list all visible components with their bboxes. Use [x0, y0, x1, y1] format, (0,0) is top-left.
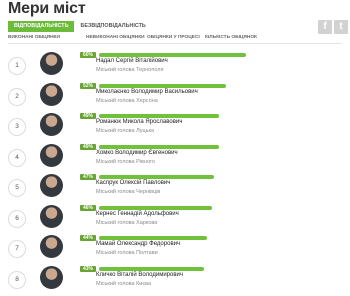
rank-number: 1	[8, 57, 26, 75]
mayor-role: Міський голова Чернівців	[96, 189, 161, 195]
rank-number: 2	[8, 87, 26, 106]
mayor-name[interactable]: Кличко Віталій Володимирович	[96, 272, 183, 278]
tab-unfulfilled-promises[interactable]: Невиконані обіцянки	[86, 34, 147, 43]
avatar[interactable]	[40, 52, 63, 75]
mayor-name[interactable]: Мамай Олександр Федорович	[96, 241, 180, 247]
rank-number: 5	[8, 179, 26, 197]
mayor-role: Міський голова Тернополя	[96, 67, 164, 73]
tab-responsibility[interactable]: Відповідальність	[8, 21, 75, 32]
list-item[interactable]: 8 43% Кличко Віталій Володимирович Міський …	[0, 265, 350, 296]
list-item[interactable]: 2 52% Миколаєнко Володимир Васильович Міськ…	[0, 82, 350, 113]
score-bar	[99, 114, 219, 118]
avatar[interactable]	[40, 235, 63, 258]
avatar[interactable]	[40, 265, 63, 289]
mayor-name[interactable]: Миколаєнко Володимир Васильович	[96, 89, 198, 95]
list-item[interactable]: 1 60% Надал Сергій Віталійович Міський голо…	[0, 52, 350, 82]
score-bar	[99, 53, 246, 57]
avatar[interactable]	[40, 204, 63, 228]
rank-number: 7	[8, 240, 26, 258]
score-badge: 60%	[80, 52, 97, 58]
filter-tabs: Виконані обіцянки Невиконані обіцянки Об…	[8, 34, 342, 44]
category-tabs: Відповідальність Безвідповідальність	[8, 21, 152, 32]
score-badge: 52%	[80, 82, 97, 89]
score-badge: 46%	[80, 204, 97, 211]
score-badge: 44%	[80, 235, 97, 241]
list-item[interactable]: 3 49% Романюк Микола Ярославович Міський го…	[0, 113, 350, 143]
page-title: Мери міст	[8, 0, 86, 17]
list-item[interactable]: 6 46% Кернес Геннадій Адольфович Міський го…	[0, 204, 350, 235]
facebook-share-icon[interactable]: f	[318, 20, 332, 34]
mayor-name[interactable]: Хомко Володимир Євгенович	[96, 150, 178, 156]
avatar[interactable]	[40, 113, 63, 136]
score-badge: 49%	[80, 113, 97, 119]
score-bar	[99, 175, 214, 179]
score-bar	[99, 236, 207, 240]
mayor-name[interactable]: Романюк Микола Ярославович	[96, 119, 182, 125]
mayor-role: Міський голова Луцька	[96, 128, 155, 134]
score-bar	[99, 83, 226, 88]
mayor-role: Міський голова Києва	[96, 280, 152, 287]
score-bar	[99, 205, 212, 210]
avatar[interactable]	[40, 174, 63, 197]
rank-number: 6	[8, 209, 26, 228]
rank-number: 8	[8, 270, 26, 289]
score-bar	[99, 144, 219, 149]
score-badge: 47%	[80, 174, 97, 180]
rank-number: 4	[8, 148, 26, 167]
mayor-name[interactable]: Надал Сергій Віталійович	[96, 58, 168, 64]
list-item[interactable]: 7 44% Мамай Олександр Федорович Міський гол…	[0, 235, 350, 265]
mayor-name[interactable]: Каспрук Олексій Павлович	[96, 180, 170, 186]
score-badge: 43%	[80, 265, 97, 272]
twitter-share-icon[interactable]: t	[334, 20, 348, 34]
tab-irresponsibility[interactable]: Безвідповідальність	[74, 21, 151, 32]
score-badge: 49%	[80, 143, 97, 150]
mayor-role: Міський голова Полтави	[96, 250, 158, 256]
mayor-role: Міський голова Харкова	[96, 219, 158, 226]
score-bar	[99, 266, 204, 271]
mayor-role: Міський голова Рівного	[96, 158, 155, 165]
tab-promise-count[interactable]: Кількість обіцянок	[205, 34, 257, 43]
avatar[interactable]	[40, 82, 63, 106]
avatar[interactable]	[40, 143, 63, 167]
tab-promises-in-progress[interactable]: Обіцянки у процесі	[147, 34, 205, 43]
list-item[interactable]: 4 49% Хомко Володимир Євгенович Міський гол…	[0, 143, 350, 174]
rank-number: 3	[8, 118, 26, 136]
list-item[interactable]: 5 47% Каспрук Олексій Павлович Міський голо…	[0, 174, 350, 204]
mayor-name[interactable]: Кернес Геннадій Адольфович	[96, 211, 179, 217]
mayor-role: Міський голова Херсона	[96, 97, 158, 104]
tab-fulfilled-promises[interactable]: Виконані обіцянки	[8, 34, 86, 43]
